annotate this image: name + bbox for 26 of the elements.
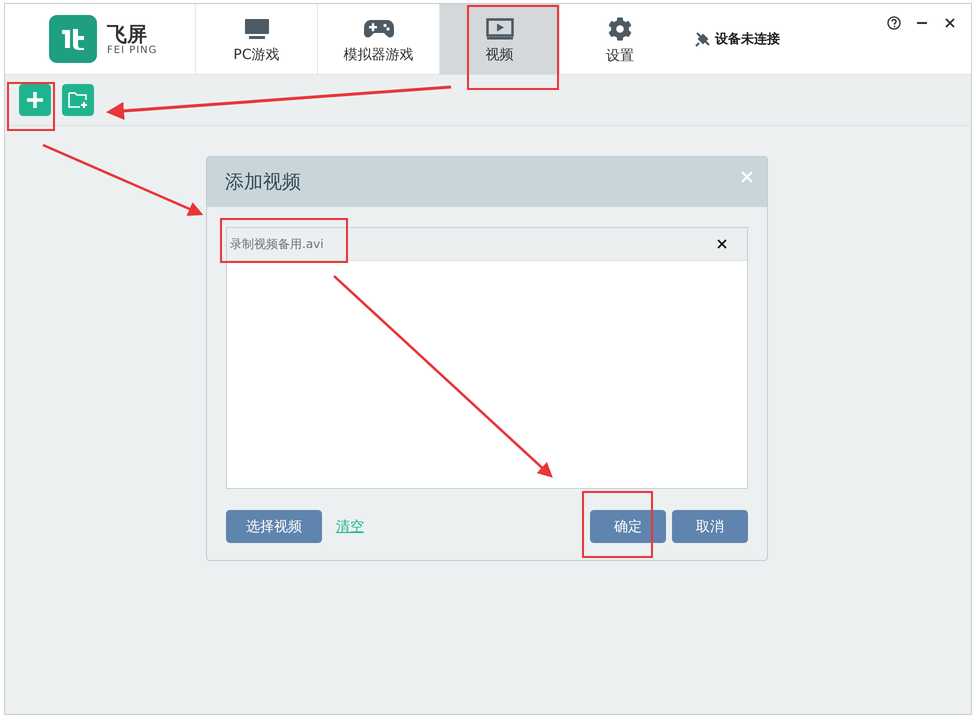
dialog-title: 添加视频	[225, 170, 301, 195]
select-video-button[interactable]: 选择视频	[226, 510, 322, 543]
close-button[interactable]	[943, 16, 957, 30]
confirm-button[interactable]: 确定	[590, 510, 666, 543]
clear-link[interactable]: 清空	[336, 518, 364, 536]
file-row[interactable]: 录制视频备用.avi	[227, 228, 747, 261]
connection-status: 设备未连接	[694, 4, 780, 74]
logo-subtitle: FEI PING	[107, 44, 158, 56]
remove-button[interactable]	[717, 239, 727, 249]
monitor-icon	[244, 18, 270, 40]
add-button[interactable]	[19, 84, 51, 116]
logo-icon	[49, 15, 97, 63]
settings-icon	[608, 17, 632, 41]
gamepad-icon	[362, 18, 394, 40]
video-icon	[486, 18, 514, 40]
annotation-frame	[7, 82, 55, 131]
nav-tab[interactable]: 视频	[439, 4, 559, 74]
logo-title: 飞屏	[107, 22, 148, 44]
add-folder-button[interactable]	[62, 84, 94, 116]
help-button[interactable]	[887, 16, 901, 30]
file-name: 录制视频备用.avi	[230, 236, 324, 252]
cancel-button[interactable]: 取消	[672, 510, 748, 543]
annotation-frame	[582, 491, 653, 558]
unplugged-icon	[694, 30, 712, 48]
folder-plus-icon	[67, 90, 89, 110]
plus-icon	[26, 91, 44, 109]
